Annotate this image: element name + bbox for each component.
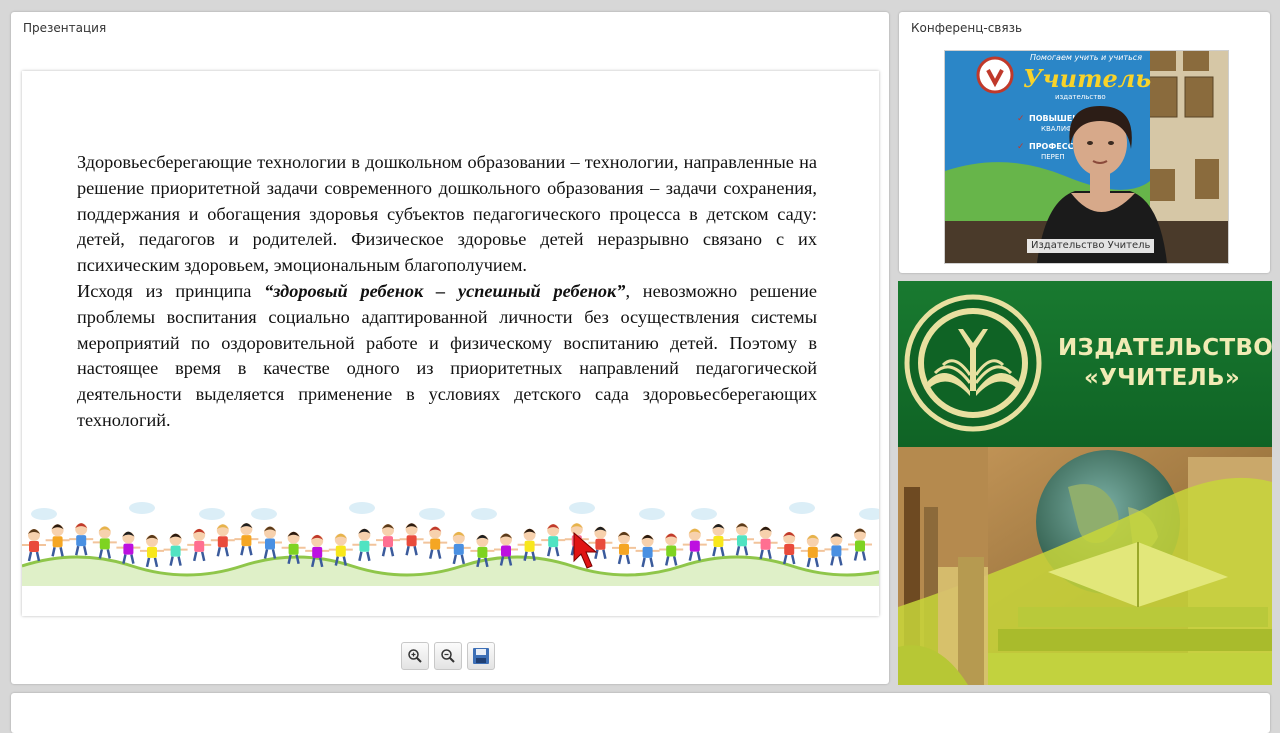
zoom-out-button[interactable] (434, 642, 462, 670)
child-figure (800, 534, 825, 568)
child-figure (682, 528, 707, 561)
video-backdrop-tagline: Помогаем учить и учиться (1030, 53, 1142, 62)
child-figure (706, 524, 731, 557)
child-figure (352, 528, 377, 562)
save-icon (473, 648, 489, 664)
zoom-in-button[interactable] (401, 642, 429, 670)
child-figure (376, 524, 400, 557)
child-figure (848, 528, 872, 561)
cloud-icons (31, 502, 879, 520)
zoom-in-icon (408, 649, 422, 663)
svg-text:✓: ✓ (1017, 114, 1025, 124)
children-border-illustration (22, 502, 879, 586)
banner-title: ИЗДАТЕЛЬСТВО «УЧИТЕЛЬ» (1058, 333, 1272, 393)
child-figure (140, 534, 164, 568)
child-figure (45, 524, 70, 557)
child-figure (116, 531, 141, 564)
conference-panel-title: Конференц-связь (911, 21, 1023, 35)
presentation-panel-title: Презентация (23, 21, 107, 35)
publisher-banner: ИЗДАТЕЛЬСТВО «УЧИТЕЛЬ» (898, 281, 1272, 685)
child-figure (234, 523, 259, 556)
child-figure (210, 524, 235, 557)
child-figure (22, 529, 46, 562)
child-figure (612, 531, 636, 565)
conference-panel: Конференц-связь Помогаем учить и учиться… (899, 12, 1270, 273)
presentation-panel: Презентация Здоровьесберегающие технолог… (11, 12, 889, 684)
child-figure (659, 533, 684, 566)
child-figure (163, 533, 188, 566)
slide-text: Здоровьесберегающие технологии в дошколь… (77, 150, 817, 434)
banner-title-line-1: ИЗДАТЕЛЬСТВО (1058, 335, 1272, 361)
banner-title-line-2: «УЧИТЕЛЬ» (1083, 365, 1241, 391)
webcam-video[interactable]: Помогаем учить и учиться Учитель издател… (944, 50, 1229, 264)
child-figure (635, 534, 660, 568)
child-figure (541, 524, 566, 557)
publisher-logo-icon (904, 294, 1042, 432)
child-figure (777, 532, 802, 565)
child-figure (258, 526, 282, 559)
red-pointer-cursor-icon (573, 531, 598, 569)
child-figure (92, 526, 117, 559)
child-figure (187, 528, 212, 562)
video-participant-label: Издательство Учитель (1027, 239, 1155, 253)
svg-text:✓: ✓ (1017, 142, 1025, 152)
books-globe-illustration (898, 447, 1272, 685)
child-figure (446, 531, 471, 565)
zoom-out-icon (441, 649, 455, 663)
child-figure (399, 523, 424, 556)
webcam-frame-illustration: Помогаем учить и учиться Учитель издател… (945, 51, 1228, 263)
slide-paragraph-2-emphasis: “здоровый ребенок – успешный ребенок” (264, 280, 626, 301)
slide-paragraph-2-lead: Исходя из принципа (77, 280, 265, 301)
child-figure (69, 523, 94, 556)
video-backdrop-brand-sub: издательство (1055, 93, 1106, 101)
banner-header: ИЗДАТЕЛЬСТВО «УЧИТЕЛЬ» (898, 281, 1272, 447)
child-figure (824, 533, 849, 566)
video-backdrop-brand: Учитель (1023, 64, 1151, 93)
save-button[interactable] (467, 642, 495, 670)
video-backdrop-line2b: ПЕРЕП (1041, 153, 1065, 161)
video-backdrop-line2: ПРОФЕСС (1029, 142, 1074, 151)
video-backdrop-line1b: КВАЛИФ (1041, 125, 1072, 133)
child-figure (423, 526, 448, 559)
slide-paragraph-1: Здоровьесберегающие технологии в дошколь… (77, 152, 817, 276)
slide-paragraph-2: Исходя из принципа “здоровый ребенок – у… (77, 279, 817, 434)
presentation-slide[interactable]: Здоровьесберегающие технологии в дошколь… (22, 71, 879, 616)
slide-paragraph-2-rest: , невозможно решение проблемы воспитания… (77, 280, 818, 430)
child-figure (730, 523, 754, 556)
child-figure (753, 526, 778, 560)
bottom-panel (11, 693, 1270, 733)
